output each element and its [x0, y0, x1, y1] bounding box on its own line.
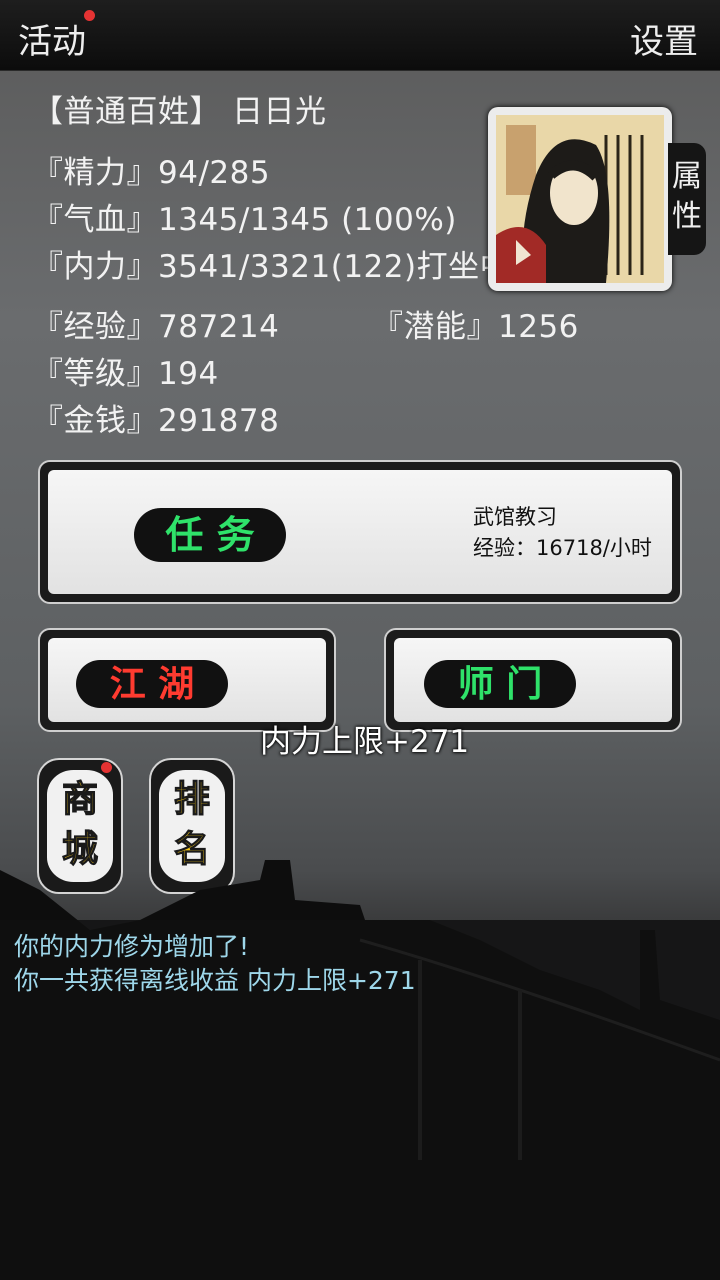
quest-button[interactable]: 任 务 武馆教习 经验：16718/小时	[38, 460, 682, 604]
stat-level: 『等级』194	[32, 356, 219, 392]
player-title: 【普通百姓】	[32, 94, 221, 130]
ranking-label-char1: 排	[173, 777, 210, 820]
attributes-tab-char1: 属	[672, 159, 702, 194]
shop-label: 商 城	[39, 774, 121, 874]
stat-experience: 『经验』787214	[32, 309, 280, 345]
top-bar: 活动 设置	[0, 0, 720, 71]
log-line: 你的内力修为增加了!	[14, 932, 250, 961]
quest-task-exp: 经验：16718/小时	[473, 536, 652, 560]
stat-inner-power: 『内力』3541/3321(122)打坐中	[32, 249, 512, 285]
stat-money: 『金钱』291878	[32, 403, 280, 439]
inner-power-limit-toast: 内力上限+271	[260, 724, 470, 760]
attributes-tab[interactable]: 属 性	[668, 143, 706, 255]
activity-notification-dot	[84, 10, 95, 21]
settings-button[interactable]: 设置	[630, 14, 698, 63]
sect-button-face: 师 门	[394, 638, 672, 722]
quest-task-name: 武馆教习	[473, 505, 557, 529]
stat-energy: 『精力』94/285	[32, 155, 271, 191]
portrait-illustration-icon	[496, 115, 664, 283]
message-log: 你的内力修为增加了! 你一共获得离线收益 内力上限+271	[14, 930, 416, 998]
activity-button[interactable]: 活动	[18, 14, 86, 63]
skyline-silhouette-icon	[0, 860, 720, 1280]
sect-label: 师 门	[424, 660, 576, 708]
shop-notification-dot	[101, 762, 112, 773]
player-name: 日日光	[232, 94, 327, 130]
quest-label: 任 务	[134, 508, 286, 562]
character-portrait[interactable]	[488, 107, 672, 291]
shop-label-char1: 商	[61, 777, 98, 820]
jianghu-label: 江 湖	[76, 660, 228, 708]
ranking-label: 排 名	[151, 774, 233, 874]
quest-button-face: 任 务 武馆教习 经验：16718/小时	[48, 470, 672, 594]
attributes-tab-char2: 性	[672, 199, 702, 234]
jianghu-button-face: 江 湖	[48, 638, 326, 722]
log-line: 你一共获得离线收益 内力上限+271	[14, 966, 416, 995]
stat-potential: 『潜能』1256	[372, 309, 579, 345]
stat-hp: 『气血』1345/1345 (100%)	[32, 202, 457, 238]
